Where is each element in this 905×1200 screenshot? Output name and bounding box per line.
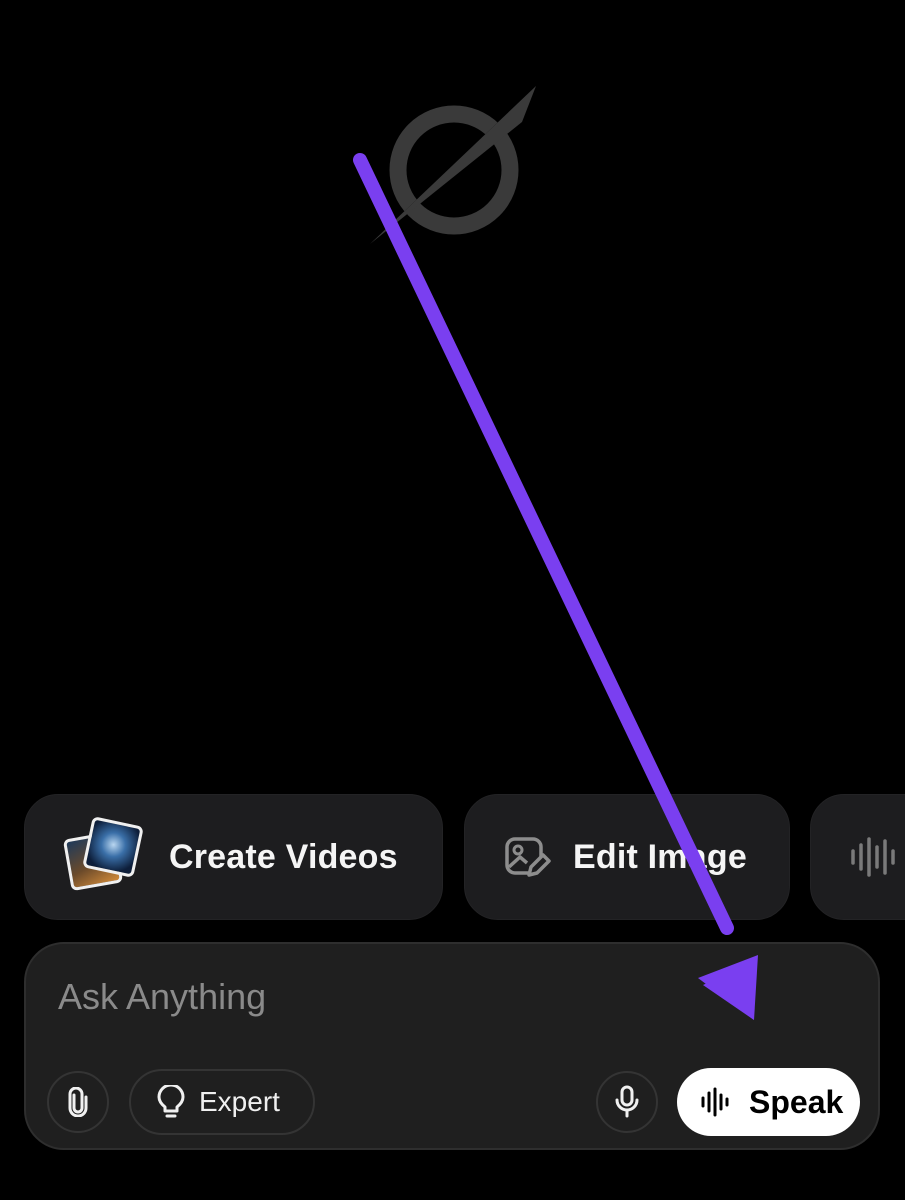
speak-label: Speak xyxy=(749,1083,844,1120)
speak-button[interactable]: Speak xyxy=(677,1068,860,1136)
attach-button[interactable] xyxy=(47,1071,109,1133)
edit-image-icon xyxy=(505,837,551,877)
video-thumbnails-icon xyxy=(62,816,147,893)
edit-image-label: Edit Image xyxy=(573,837,747,876)
app-logo xyxy=(370,86,536,244)
waveform-icon xyxy=(701,1087,729,1117)
ask-anything-input[interactable]: Ask Anything xyxy=(58,976,266,1018)
create-videos-label: Create Videos xyxy=(169,837,398,876)
create-videos-chip[interactable]: Create Videos xyxy=(24,794,443,920)
expert-mode-button[interactable]: Expert xyxy=(129,1069,315,1135)
edit-image-chip[interactable]: Edit Image xyxy=(464,794,790,920)
waveform-icon xyxy=(851,837,895,877)
voice-chip[interactable] xyxy=(810,794,905,920)
expert-mode-label: Expert xyxy=(199,1086,280,1117)
paperclip-icon xyxy=(68,1087,88,1117)
lightbulb-icon xyxy=(157,1085,185,1118)
microphone-icon xyxy=(615,1085,639,1118)
microphone-button[interactable] xyxy=(596,1071,658,1133)
